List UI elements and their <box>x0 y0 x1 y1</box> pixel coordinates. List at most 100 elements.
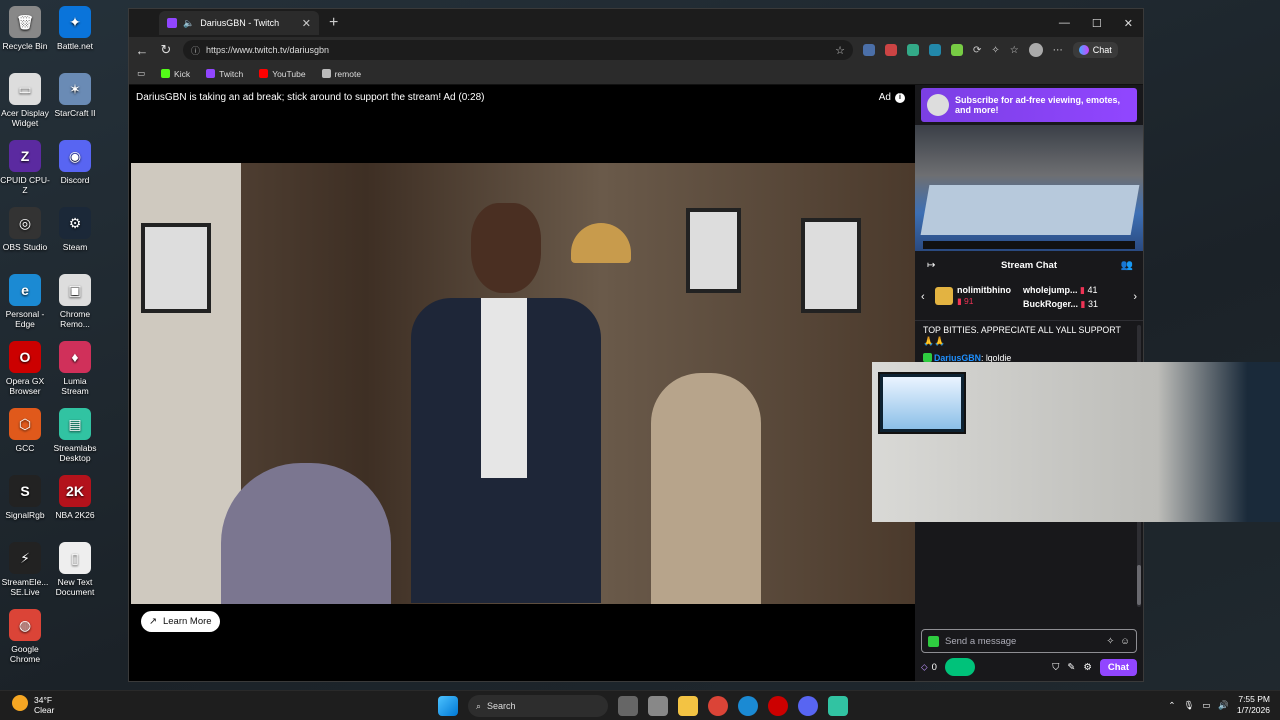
desktop-icon-label: Personal - Edge <box>5 309 45 329</box>
desktop-icon[interactable]: ⚙ Steam <box>50 207 100 252</box>
desktop-icon[interactable]: ♦ Lumia Stream <box>50 341 100 396</box>
gifter-name[interactable]: wholejump... <box>1023 285 1078 295</box>
extension-icon[interactable] <box>885 44 897 56</box>
subscribe-banner[interactable]: Subscribe for ad-free viewing, emotes, a… <box>921 88 1137 122</box>
info-icon[interactable]: i <box>895 92 905 103</box>
minimize-button[interactable]: — <box>1059 17 1070 30</box>
obs-icon: ◎ <box>9 207 41 239</box>
desktop-icon[interactable]: ✦ Battle.net <box>50 6 100 51</box>
desktop-icon[interactable]: ▣ Chrome Remo... <box>50 274 100 329</box>
title-bar: 🔈 DariusGBN - Twitch ✕ + — ☐ ✕ <box>129 9 1143 37</box>
desktop-icon[interactable]: O Opera GX Browser <box>0 341 50 396</box>
desktop-icon[interactable]: Z CPUID CPU-Z <box>0 140 50 195</box>
desktop-icon[interactable]: e Personal - Edge <box>0 274 50 329</box>
copilot-chat-button[interactable]: Chat <box>1072 42 1118 58</box>
chevron-up-icon[interactable]: ⌃ <box>1168 700 1175 711</box>
extensions-puzzle-icon[interactable]: ✧ <box>991 45 999 56</box>
desktop-icon[interactable]: ▭ Acer Display Widget <box>0 73 50 128</box>
chevron-right-icon[interactable]: › <box>1133 291 1137 303</box>
shield-icon[interactable]: ⛉ <box>1052 662 1059 673</box>
close-tab-icon[interactable]: ✕ <box>302 17 311 30</box>
microphone-icon[interactable]: 🎙 <box>1183 700 1194 711</box>
favorites-icon[interactable]: ☆ <box>1010 45 1019 56</box>
desktop-icon[interactable]: ◎ OBS Studio <box>0 207 50 252</box>
display-icon[interactable]: ▭ <box>1202 700 1210 711</box>
bookmark-item[interactable]: YouTube <box>259 69 306 79</box>
chat-message-text: TOP BITTIES. APPRECIATE ALL YALL SUPPORT… <box>923 325 1121 346</box>
desktop-icon[interactable]: ✶ StarCraft II <box>50 73 100 118</box>
learn-more-button[interactable]: ↗ Learn More <box>141 611 220 632</box>
collapse-chat-icon[interactable]: ↦ <box>927 257 935 275</box>
chat-scroll-thumb[interactable] <box>1137 565 1141 605</box>
community-icon[interactable]: 👥 <box>1121 257 1133 275</box>
chrome-icon[interactable] <box>708 696 728 716</box>
more-menu-icon[interactable]: ⋯ <box>1053 45 1063 56</box>
desktop-icon[interactable]: ⚡ StreamEle... SE.Live <box>0 542 50 597</box>
gifter-count: 41 <box>1087 285 1098 295</box>
weather-widget[interactable]: 34°F Clear <box>12 695 54 715</box>
desktop-icon[interactable]: ▤ Streamlabs Desktop <box>50 408 100 463</box>
desktop-icon[interactable]: S SignalRgb <box>0 475 50 520</box>
ad-video[interactable] <box>131 163 915 604</box>
site-info-icon[interactable]: ⓘ <box>191 44 200 57</box>
favorite-star-icon[interactable]: ☆ <box>835 44 845 57</box>
extension-icon[interactable] <box>907 44 919 56</box>
back-button[interactable]: ← <box>135 43 149 58</box>
task-view-icon[interactable] <box>618 696 638 716</box>
opera-icon[interactable] <box>768 696 788 716</box>
bookmark-item[interactable]: Kick <box>161 69 190 79</box>
top-gifter-name[interactable]: nolimitbhino <box>957 285 1011 296</box>
maximize-button[interactable]: ☐ <box>1092 17 1102 30</box>
volume-icon[interactable]: 🔊 <box>1218 700 1229 711</box>
desktop-icon-label: Opera GX Browser <box>5 376 45 396</box>
app-icon[interactable] <box>648 696 668 716</box>
clock[interactable]: 7:55 PM 1/7/2026 <box>1237 694 1270 716</box>
discord-icon[interactable] <box>798 696 818 716</box>
gift-sub-button[interactable] <box>944 658 975 676</box>
profile-avatar[interactable] <box>1028 43 1043 57</box>
chevron-left-icon[interactable]: ‹ <box>921 291 925 303</box>
bookmark-favicon-icon <box>206 69 216 78</box>
bits-icon[interactable]: ✧ <box>1106 636 1114 647</box>
channel-points[interactable]: ⬦ 0 <box>921 662 937 673</box>
emote-picker-icon[interactable]: ☺ <box>1120 636 1130 647</box>
desktop-icons: 🗑 Recycle Bin ✦ Battle.net ▭ Acer Display Wid… <box>0 0 110 690</box>
extension-icon[interactable] <box>929 44 941 56</box>
close-window-button[interactable]: ✕ <box>1124 17 1133 30</box>
extension-icon[interactable] <box>863 44 875 56</box>
start-button[interactable] <box>438 696 458 716</box>
bookmark-item[interactable]: remote <box>321 69 361 79</box>
streamlabs-icon[interactable] <box>828 696 848 716</box>
url-field[interactable]: ⓘ https://www.twitch.tv/dariusgbn ☆ <box>183 40 853 60</box>
send-chat-button[interactable]: Chat <box>1099 658 1137 676</box>
edge-icon[interactable] <box>738 696 758 716</box>
mini-stream-video[interactable] <box>915 125 1143 251</box>
desktop-icon[interactable]: 🗑 Recycle Bin <box>0 6 50 51</box>
chat-badge-icon[interactable] <box>923 353 932 362</box>
chat-input[interactable]: Send a message ✧ ☺ <box>921 629 1137 653</box>
desktop-icon[interactable]: ◍ Google Chrome <box>0 609 50 664</box>
taskbar-search[interactable]: ⌕ Search <box>468 695 608 717</box>
settings-gear-icon[interactable]: ⚙ <box>1083 662 1092 673</box>
file-explorer-icon[interactable] <box>678 696 698 716</box>
speaker-icon[interactable]: 🔈 <box>183 18 194 29</box>
refresh-extension-icon[interactable]: ⟳ <box>973 45 981 56</box>
new-tab-button[interactable]: + <box>329 14 338 32</box>
pencil-icon[interactable]: ✎ <box>1067 662 1075 673</box>
desktop-icon-label: StreamEle... SE.Live <box>1 577 49 597</box>
browser-tab[interactable]: 🔈 DariusGBN - Twitch ✕ <box>159 11 319 35</box>
extension-icon[interactable] <box>951 44 963 56</box>
desktop-icon[interactable]: 2K NBA 2K26 <box>50 475 100 520</box>
video-player[interactable]: DariusGBN is taking an ad break; stick a… <box>129 85 915 681</box>
desktop-icon[interactable]: ▯ New Text Document <box>50 542 100 597</box>
desktop-icon[interactable]: ◉ Discord <box>50 140 100 185</box>
refresh-button[interactable]: ↻ <box>159 42 173 58</box>
taskbar: 34°F Clear ⌕ Search ⌃ 🎙 ▭ 🔊 7:55 PM 1/7/20… <box>0 690 1280 720</box>
desktop-icon[interactable]: ⬡ GCC <box>0 408 50 453</box>
gifter-name[interactable]: BuckRoger... <box>1023 299 1078 309</box>
bookmark-item[interactable]: Twitch <box>206 69 243 79</box>
ad-badge[interactable]: Ad i <box>879 92 905 103</box>
badge-icon[interactable] <box>928 635 939 647</box>
bookmarks-menu-icon[interactable]: ▭ <box>137 68 145 79</box>
ad-badge-label: Ad <box>878 92 891 103</box>
